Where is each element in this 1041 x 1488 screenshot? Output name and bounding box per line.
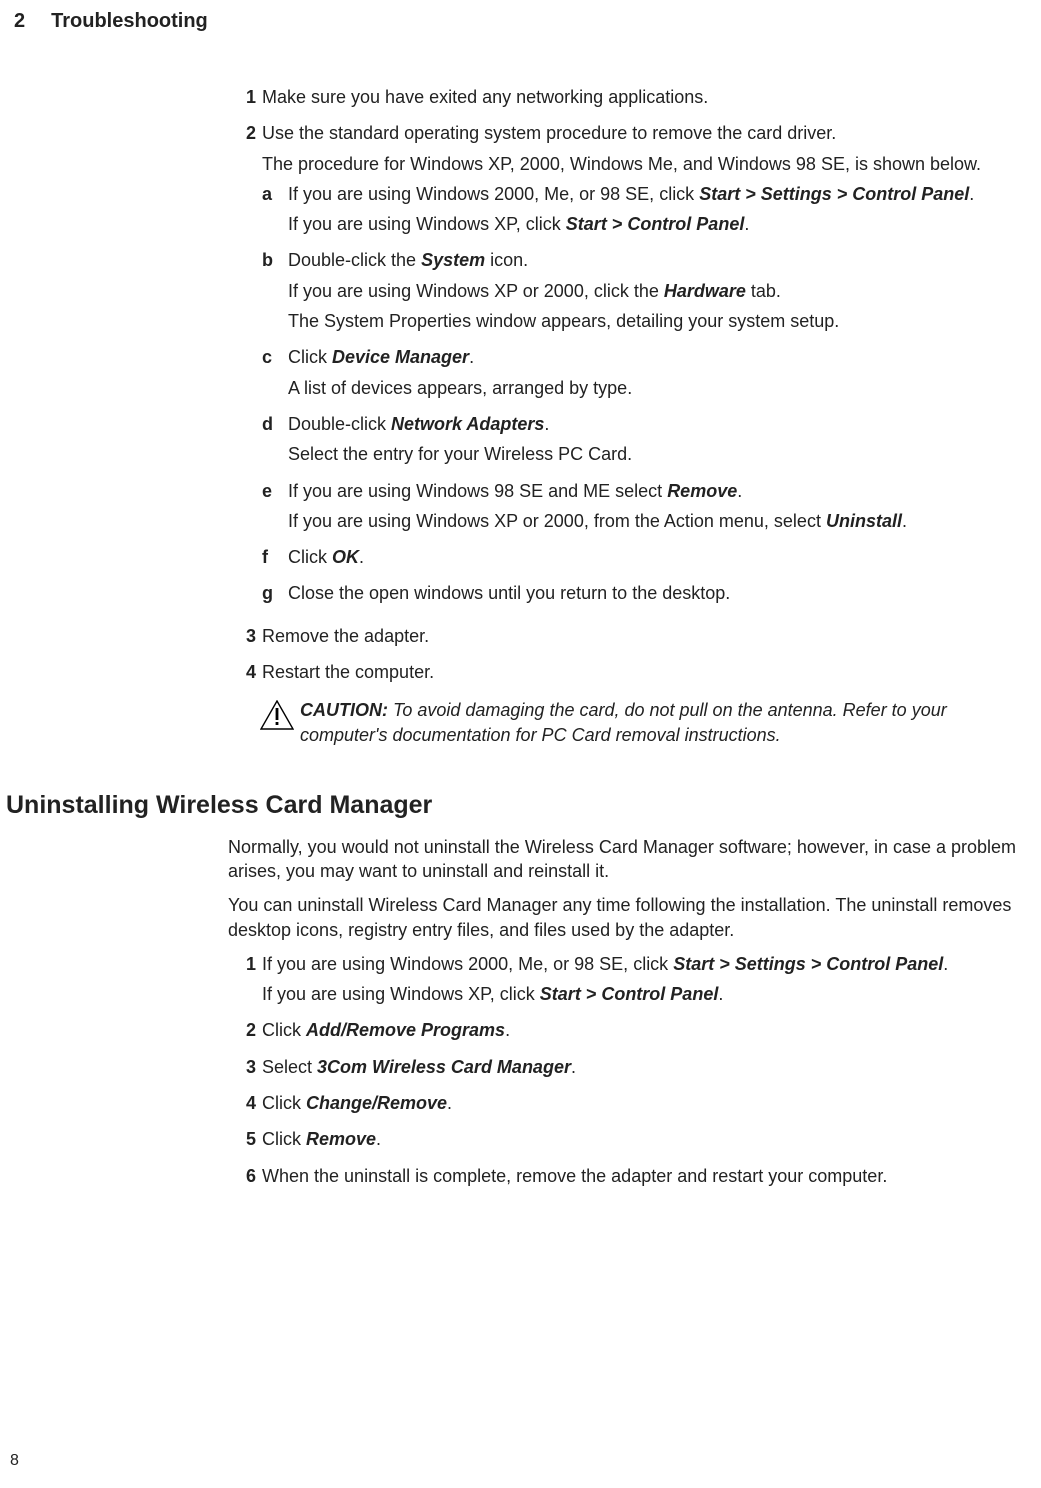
- step-text: Restart the computer.: [262, 660, 1031, 684]
- substep-letter: e: [262, 479, 288, 540]
- procedure-list-top: 1 Make sure you have exited any networki…: [228, 85, 1031, 690]
- step-5: 5 Click Remove.: [228, 1127, 1031, 1157]
- substep-letter: a: [262, 182, 288, 243]
- step-number: 3: [228, 1055, 262, 1085]
- substep-letter: b: [262, 248, 288, 339]
- substep-text: If you are using Windows XP or 2000, fro…: [288, 509, 1031, 533]
- running-header: 2 Troubleshooting: [0, 8, 1041, 35]
- chapter-number: 2: [14, 8, 25, 35]
- page-number: 8: [10, 1450, 19, 1472]
- caution-block: CAUTION: To avoid damaging the card, do …: [260, 698, 1031, 747]
- step-6: 6 When the uninstall is complete, remove…: [228, 1164, 1031, 1194]
- step-text: If you are using Windows XP, click Start…: [262, 982, 1031, 1006]
- procedure-list-uninstall: 1 If you are using Windows 2000, Me, or …: [228, 952, 1031, 1194]
- substep-e: e If you are using Windows 98 SE and ME …: [262, 479, 1031, 540]
- step-number: 6: [228, 1164, 262, 1194]
- substep-text: If you are using Windows XP or 2000, cli…: [288, 279, 1031, 303]
- substep-text: Close the open windows until you return …: [288, 581, 1031, 605]
- caution-icon: [260, 698, 300, 747]
- chapter-title: Troubleshooting: [51, 8, 208, 35]
- substep-text: Double-click Network Adapters.: [288, 412, 1031, 436]
- substep-text: Select the entry for your Wireless PC Ca…: [288, 442, 1031, 466]
- step-number: 1: [228, 952, 262, 1013]
- substep-text: Click OK.: [288, 545, 1031, 569]
- substep-d: d Double-click Network Adapters. Select …: [262, 412, 1031, 473]
- step-text: Click Add/Remove Programs.: [262, 1018, 1031, 1042]
- step-text: The procedure for Windows XP, 2000, Wind…: [262, 152, 1031, 176]
- substep-f: f Click OK.: [262, 545, 1031, 575]
- step-number: 2: [228, 121, 262, 617]
- substep-text: Click Device Manager.: [288, 345, 1031, 369]
- substep-text: Double-click the System icon.: [288, 248, 1031, 272]
- step-text: Remove the adapter.: [262, 624, 1031, 648]
- step-text: If you are using Windows 2000, Me, or 98…: [262, 952, 1031, 976]
- step-text: Make sure you have exited any networking…: [262, 85, 1031, 109]
- substep-text: If you are using Windows XP, click Start…: [288, 212, 1031, 236]
- paragraph: Normally, you would not uninstall the Wi…: [228, 835, 1031, 884]
- step-1: 1 Make sure you have exited any networki…: [228, 85, 1031, 115]
- step-text: Click Remove.: [262, 1127, 1031, 1151]
- caution-text: CAUTION: To avoid damaging the card, do …: [300, 698, 1031, 747]
- substep-text: If you are using Windows 2000, Me, or 98…: [288, 182, 1031, 206]
- step-2: 2 Use the standard operating system proc…: [228, 121, 1031, 617]
- step-text: Select 3Com Wireless Card Manager.: [262, 1055, 1031, 1079]
- step-text: When the uninstall is complete, remove t…: [262, 1164, 1031, 1188]
- step-number: 1: [228, 85, 262, 115]
- step-4: 4 Click Change/Remove.: [228, 1091, 1031, 1121]
- step-number: 5: [228, 1127, 262, 1157]
- substep-text: If you are using Windows 98 SE and ME se…: [288, 479, 1031, 503]
- step-3: 3 Select 3Com Wireless Card Manager.: [228, 1055, 1031, 1085]
- substep-c: c Click Device Manager. A list of device…: [262, 345, 1031, 406]
- substep-letter: f: [262, 545, 288, 575]
- step-number: 4: [228, 660, 262, 690]
- step-number: 2: [228, 1018, 262, 1048]
- step-2: 2 Click Add/Remove Programs.: [228, 1018, 1031, 1048]
- step-1: 1 If you are using Windows 2000, Me, or …: [228, 952, 1031, 1013]
- section-lead: Normally, you would not uninstall the Wi…: [228, 835, 1031, 942]
- step-4: 4 Restart the computer.: [228, 660, 1031, 690]
- step-text: Click Change/Remove.: [262, 1091, 1031, 1115]
- step-number: 4: [228, 1091, 262, 1121]
- step-text: Use the standard operating system proced…: [262, 121, 1031, 145]
- step-number: 3: [228, 624, 262, 654]
- substep-b: b Double-click the System icon. If you a…: [262, 248, 1031, 339]
- substep-text: A list of devices appears, arranged by t…: [288, 376, 1031, 400]
- paragraph: You can uninstall Wireless Card Manager …: [228, 893, 1031, 942]
- substep-letter: c: [262, 345, 288, 406]
- substep-g: g Close the open windows until you retur…: [262, 581, 1031, 611]
- substep-letter: g: [262, 581, 288, 611]
- substep-list: a If you are using Windows 2000, Me, or …: [262, 182, 1031, 612]
- section-heading-uninstalling: Uninstalling Wireless Card Manager: [6, 789, 1041, 823]
- substep-text: The System Properties window appears, de…: [288, 309, 1031, 333]
- substep-letter: d: [262, 412, 288, 473]
- substep-a: a If you are using Windows 2000, Me, or …: [262, 182, 1031, 243]
- step-3: 3 Remove the adapter.: [228, 624, 1031, 654]
